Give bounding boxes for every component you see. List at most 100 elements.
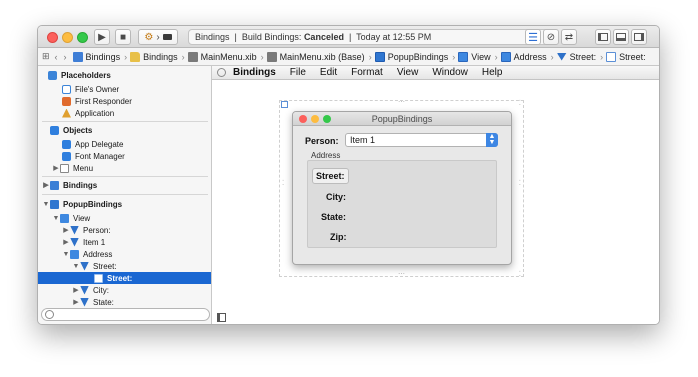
forward-button[interactable]: › bbox=[64, 52, 67, 62]
stop-button[interactable]: ■ bbox=[115, 29, 131, 45]
navigator-toggle-button[interactable] bbox=[595, 29, 611, 45]
jump-item-address[interactable]: Address bbox=[500, 51, 547, 62]
frame-handle-icon[interactable] bbox=[281, 101, 288, 108]
cube-icon bbox=[48, 70, 57, 80]
street-label[interactable]: Street: bbox=[312, 168, 349, 184]
back-button[interactable]: ‹ bbox=[55, 52, 58, 62]
outline-item-view[interactable]: ▼ View bbox=[52, 212, 211, 224]
disclosure-down-icon[interactable]: ▼ bbox=[62, 251, 70, 258]
menu-window[interactable]: Window bbox=[432, 67, 468, 78]
resize-handle-icon[interactable]: ⁚ bbox=[282, 179, 284, 187]
scheme-icon: ⚙ bbox=[144, 31, 154, 43]
outline-item-menu[interactable]: ▶ Menu bbox=[52, 162, 211, 174]
close-button[interactable] bbox=[47, 32, 58, 43]
jump-item-street-field[interactable]: Street: bbox=[606, 51, 646, 62]
outline-item-city[interactable]: ▶ City: bbox=[72, 284, 211, 296]
jump-item-street-outlet[interactable]: Street: bbox=[556, 52, 596, 62]
placeholder-cube-icon bbox=[62, 84, 71, 94]
menu-icon bbox=[60, 163, 69, 173]
resize-handle-icon[interactable]: ⋯ bbox=[398, 98, 405, 106]
outline-item-street-outlet[interactable]: ▼ Street: bbox=[72, 260, 211, 272]
menu-help[interactable]: Help bbox=[482, 67, 503, 78]
divider bbox=[42, 194, 208, 195]
application-icon bbox=[62, 108, 71, 118]
jump-item-project[interactable]: Bindings bbox=[72, 51, 120, 62]
disclosure-down-icon[interactable]: ▼ bbox=[72, 263, 80, 270]
disclosure-right-icon[interactable]: ▶ bbox=[52, 164, 60, 172]
menu-file[interactable]: File bbox=[290, 67, 306, 78]
divider bbox=[42, 176, 208, 177]
resize-handle-icon[interactable]: ⁚ bbox=[519, 179, 521, 187]
version-editor-button[interactable]: ⇄ bbox=[561, 29, 577, 45]
outline-item-bindings[interactable]: ▶ Bindings bbox=[42, 179, 211, 191]
outline-item-font-manager[interactable]: Font Manager bbox=[62, 150, 211, 162]
stop-icon: ■ bbox=[119, 31, 127, 43]
menu-view[interactable]: View bbox=[397, 67, 419, 78]
outline-item-item1[interactable]: ▶ Item 1 bbox=[62, 236, 211, 248]
resize-handle-icon[interactable]: ⋯ bbox=[398, 270, 405, 278]
jump-item-view[interactable]: View bbox=[458, 51, 491, 62]
close-icon[interactable] bbox=[217, 68, 226, 77]
scheme-selector[interactable]: ⚙ › bbox=[138, 29, 178, 45]
minimize-button[interactable] bbox=[62, 32, 73, 43]
close-button bbox=[299, 115, 307, 123]
zip-label[interactable]: Zip: bbox=[330, 232, 347, 242]
jump-item-xib[interactable]: MainMenu.xib bbox=[187, 51, 257, 62]
outlet-icon bbox=[70, 225, 79, 235]
jump-item-window[interactable]: PopupBindings bbox=[374, 51, 448, 62]
utilities-toggle-button[interactable] bbox=[631, 29, 647, 45]
popup-icon bbox=[70, 237, 79, 247]
project-icon bbox=[72, 51, 83, 62]
interface-builder-canvas[interactable]: Bindings File Edit Format View Window He… bbox=[212, 66, 659, 324]
mac-icon bbox=[162, 34, 172, 40]
jump-item-xib-base[interactable]: MainMenu.xib (Base) bbox=[266, 51, 365, 62]
outline-item-application[interactable]: Application bbox=[62, 107, 211, 119]
assistant-editor-button[interactable]: ⊘ bbox=[543, 29, 559, 45]
jump-bar: ⊞ ‹ › Bindings › Bindings › MainMenu.xib… bbox=[38, 48, 659, 66]
disclosure-right-icon[interactable]: ▶ bbox=[62, 238, 70, 246]
disclosure-right-icon[interactable]: ▶ bbox=[72, 298, 80, 306]
jump-item-group[interactable]: Bindings bbox=[130, 51, 178, 62]
outline-item-street-field[interactable]: Street: bbox=[38, 272, 211, 284]
divider bbox=[42, 121, 208, 122]
person-popup-button[interactable]: Item 1 ▲ ▼ bbox=[345, 133, 498, 147]
outline-item-first-responder[interactable]: First Responder bbox=[62, 95, 211, 107]
outline-toggle-icon[interactable] bbox=[217, 313, 226, 322]
outline-item-person-label[interactable]: ▶ Person: bbox=[62, 224, 211, 236]
popup-bindings-window[interactable]: PopupBindings Person: Item 1 ▲ ▼ Address … bbox=[292, 111, 512, 265]
zoom-button[interactable] bbox=[77, 32, 88, 43]
resize-handle-icon[interactable]: ⁚ bbox=[519, 99, 521, 107]
status-result: Canceled bbox=[303, 32, 344, 42]
grid-icon[interactable]: ⊞ bbox=[42, 51, 50, 62]
disclosure-right-icon[interactable]: ▶ bbox=[62, 226, 70, 234]
standard-editor-button[interactable]: ☰ bbox=[525, 29, 541, 45]
outline-item-state[interactable]: ▶ State: bbox=[72, 296, 211, 308]
disclosure-right-icon[interactable]: ▶ bbox=[42, 181, 50, 189]
address-box[interactable]: Street: City: State: Zip: bbox=[307, 160, 497, 248]
outlet-icon bbox=[80, 285, 89, 295]
minimize-button bbox=[311, 115, 319, 123]
run-button[interactable]: ▶ bbox=[94, 29, 110, 45]
menu-edit[interactable]: Edit bbox=[320, 67, 337, 78]
outline-item-popup-window[interactable]: ▼ PopupBindings bbox=[42, 198, 211, 210]
disclosure-down-icon[interactable]: ▼ bbox=[52, 215, 60, 222]
lines-icon: ☰ bbox=[528, 31, 538, 44]
state-label[interactable]: State: bbox=[321, 212, 346, 222]
city-label[interactable]: City: bbox=[326, 192, 346, 202]
menu-app[interactable]: Bindings bbox=[233, 67, 276, 78]
outline-item-files-owner[interactable]: File's Owner bbox=[62, 83, 211, 95]
menu-format[interactable]: Format bbox=[351, 67, 383, 78]
menu-bar-icon bbox=[50, 180, 59, 190]
outline-item-address[interactable]: ▼ Address bbox=[62, 248, 211, 260]
debug-toggle-button[interactable] bbox=[613, 29, 629, 45]
cube-icon bbox=[62, 139, 71, 149]
outline-item-app-delegate[interactable]: App Delegate bbox=[62, 138, 211, 150]
outlet-icon bbox=[556, 52, 567, 61]
resize-handle-icon[interactable]: ⁚ bbox=[519, 270, 521, 278]
outlet-icon bbox=[80, 261, 89, 271]
outline-filter-field[interactable] bbox=[41, 308, 210, 321]
disclosure-right-icon[interactable]: ▶ bbox=[72, 286, 80, 294]
disclosure-down-icon[interactable]: ▼ bbox=[42, 201, 50, 208]
text-field-icon bbox=[606, 51, 617, 62]
person-label[interactable]: Person: bbox=[305, 136, 339, 146]
